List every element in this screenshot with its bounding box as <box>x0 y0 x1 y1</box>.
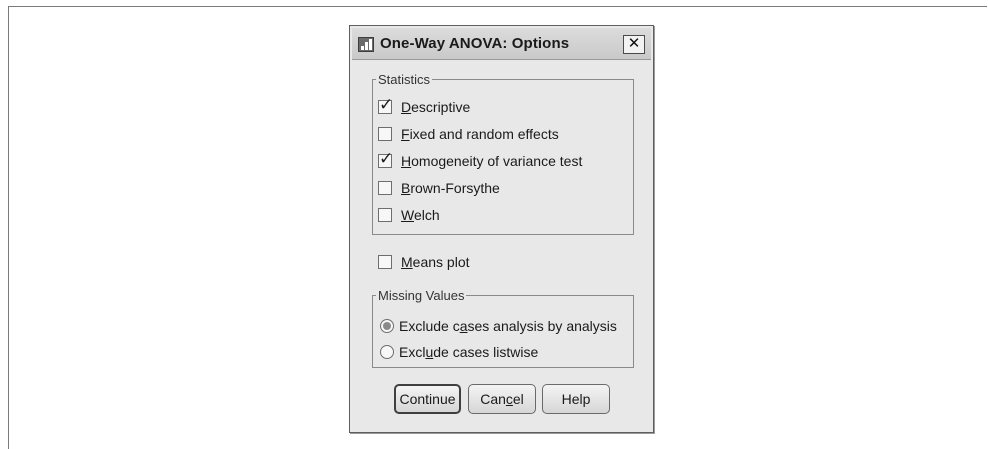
descriptive-checkbox[interactable]: ✓ Descriptive <box>378 96 471 117</box>
homogeneity-variance-test-checkbox-box[interactable]: ✓ <box>378 150 393 168</box>
brown-forsythe-checkbox-box[interactable] <box>378 181 392 195</box>
exclude-listwise-label: Exclude cases listwise <box>399 344 539 360</box>
continue-button[interactable]: Continue <box>394 384 461 414</box>
means-plot-checkbox-box[interactable] <box>378 255 392 269</box>
welch-label: Welch <box>401 207 440 223</box>
title-bar[interactable]: One-Way ANOVA: Options ✕ <box>352 28 651 60</box>
means-plot-checkbox[interactable]: Means plot <box>378 252 470 272</box>
welch-checkbox-box[interactable] <box>378 208 392 222</box>
welch-checkbox[interactable]: Welch <box>378 205 440 225</box>
help-button[interactable]: Help <box>542 384 610 414</box>
cancel-button[interactable]: Cancel <box>468 384 536 414</box>
close-button[interactable]: ✕ <box>623 35 645 54</box>
radio-selected-dot <box>383 322 391 330</box>
descriptive-checkbox-box[interactable]: ✓ <box>378 96 393 114</box>
descriptive-label: Descriptive <box>401 99 471 115</box>
fixed-random-effects-label: Fixed and random effects <box>401 126 559 142</box>
statistics-legend: Statistics <box>378 72 431 87</box>
brown-forsythe-checkbox[interactable]: Brown-Forsythe <box>378 178 500 198</box>
anova-options-dialog: One-Way ANOVA: Options ✕ Statistics ✓ Des… <box>349 25 654 433</box>
exclude-listwise-radio[interactable]: Exclude cases listwise <box>380 342 538 362</box>
homogeneity-variance-test-checkbox[interactable]: ✓ Homogeneity of variance test <box>378 150 583 171</box>
fixed-random-effects-checkbox-box[interactable] <box>378 127 392 141</box>
exclude-listwise-radio-button[interactable] <box>380 345 394 359</box>
close-icon: ✕ <box>627 35 641 52</box>
checkmark-icon: ✓ <box>379 95 394 114</box>
spss-chart-icon <box>358 37 374 52</box>
fixed-random-effects-checkbox[interactable]: Fixed and random effects <box>378 124 559 144</box>
cancel-label: Cancel <box>480 391 524 407</box>
homogeneity-variance-test-label: Homogeneity of variance test <box>401 153 583 169</box>
checkmark-icon: ✓ <box>379 149 394 168</box>
dialog-title: One-Way ANOVA: Options <box>380 35 570 52</box>
exclude-analysis-by-analysis-label: Exclude cases analysis by analysis <box>399 318 617 334</box>
means-plot-label: Means plot <box>401 254 470 270</box>
brown-forsythe-label: Brown-Forsythe <box>401 180 500 196</box>
missing-values-legend: Missing Values <box>378 288 465 303</box>
exclude-analysis-by-analysis-radio[interactable]: Exclude cases analysis by analysis <box>380 316 617 336</box>
exclude-analysis-by-analysis-radio-button[interactable] <box>380 319 394 333</box>
